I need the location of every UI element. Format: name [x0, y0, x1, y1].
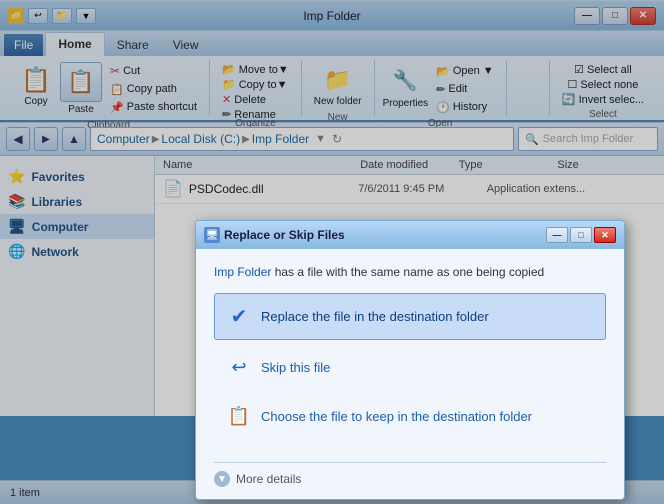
- dialog-overlay[interactable]: 🖥 Replace or Skip Files — □ ✕ Imp Folder…: [0, 0, 664, 504]
- choose-label: Choose the file to keep in the destinati…: [261, 409, 532, 424]
- dialog-subtitle-text: has a file with the same name as one bei…: [271, 265, 544, 279]
- choose-option[interactable]: 📋 Choose the file to keep in the destina…: [214, 395, 606, 438]
- chevron-down-icon: ▼: [214, 471, 230, 487]
- dialog-controls: — □ ✕: [546, 227, 616, 243]
- skip-label: Skip this file: [261, 360, 330, 375]
- skip-option[interactable]: ↩ Skip this file: [214, 346, 606, 389]
- dialog-subtitle-link: Imp Folder: [214, 265, 271, 279]
- replace-option[interactable]: ✔ Replace the file in the destination fo…: [214, 293, 606, 340]
- replace-label: Replace the file in the destination fold…: [261, 309, 489, 324]
- dialog-subtitle: Imp Folder has a file with the same name…: [214, 265, 606, 279]
- dialog-titlebar: 🖥 Replace or Skip Files — □ ✕: [196, 221, 624, 249]
- dialog-maximize-button[interactable]: □: [570, 227, 592, 243]
- replace-skip-dialog: 🖥 Replace or Skip Files — □ ✕ Imp Folder…: [195, 220, 625, 500]
- dialog-icon: 🖥: [204, 227, 220, 243]
- more-details-button[interactable]: ▼ More details: [214, 462, 606, 487]
- dialog-title: Replace or Skip Files: [224, 228, 546, 242]
- replace-icon: ✔: [227, 304, 251, 329]
- skip-icon: ↩: [227, 357, 251, 378]
- dialog-close-button[interactable]: ✕: [594, 227, 616, 243]
- dialog-minimize-button[interactable]: —: [546, 227, 568, 243]
- more-details-label: More details: [236, 472, 301, 486]
- dialog-footer: ▼ More details: [196, 456, 624, 499]
- dialog-body: Imp Folder has a file with the same name…: [196, 249, 624, 456]
- choose-icon: 📋: [227, 406, 251, 427]
